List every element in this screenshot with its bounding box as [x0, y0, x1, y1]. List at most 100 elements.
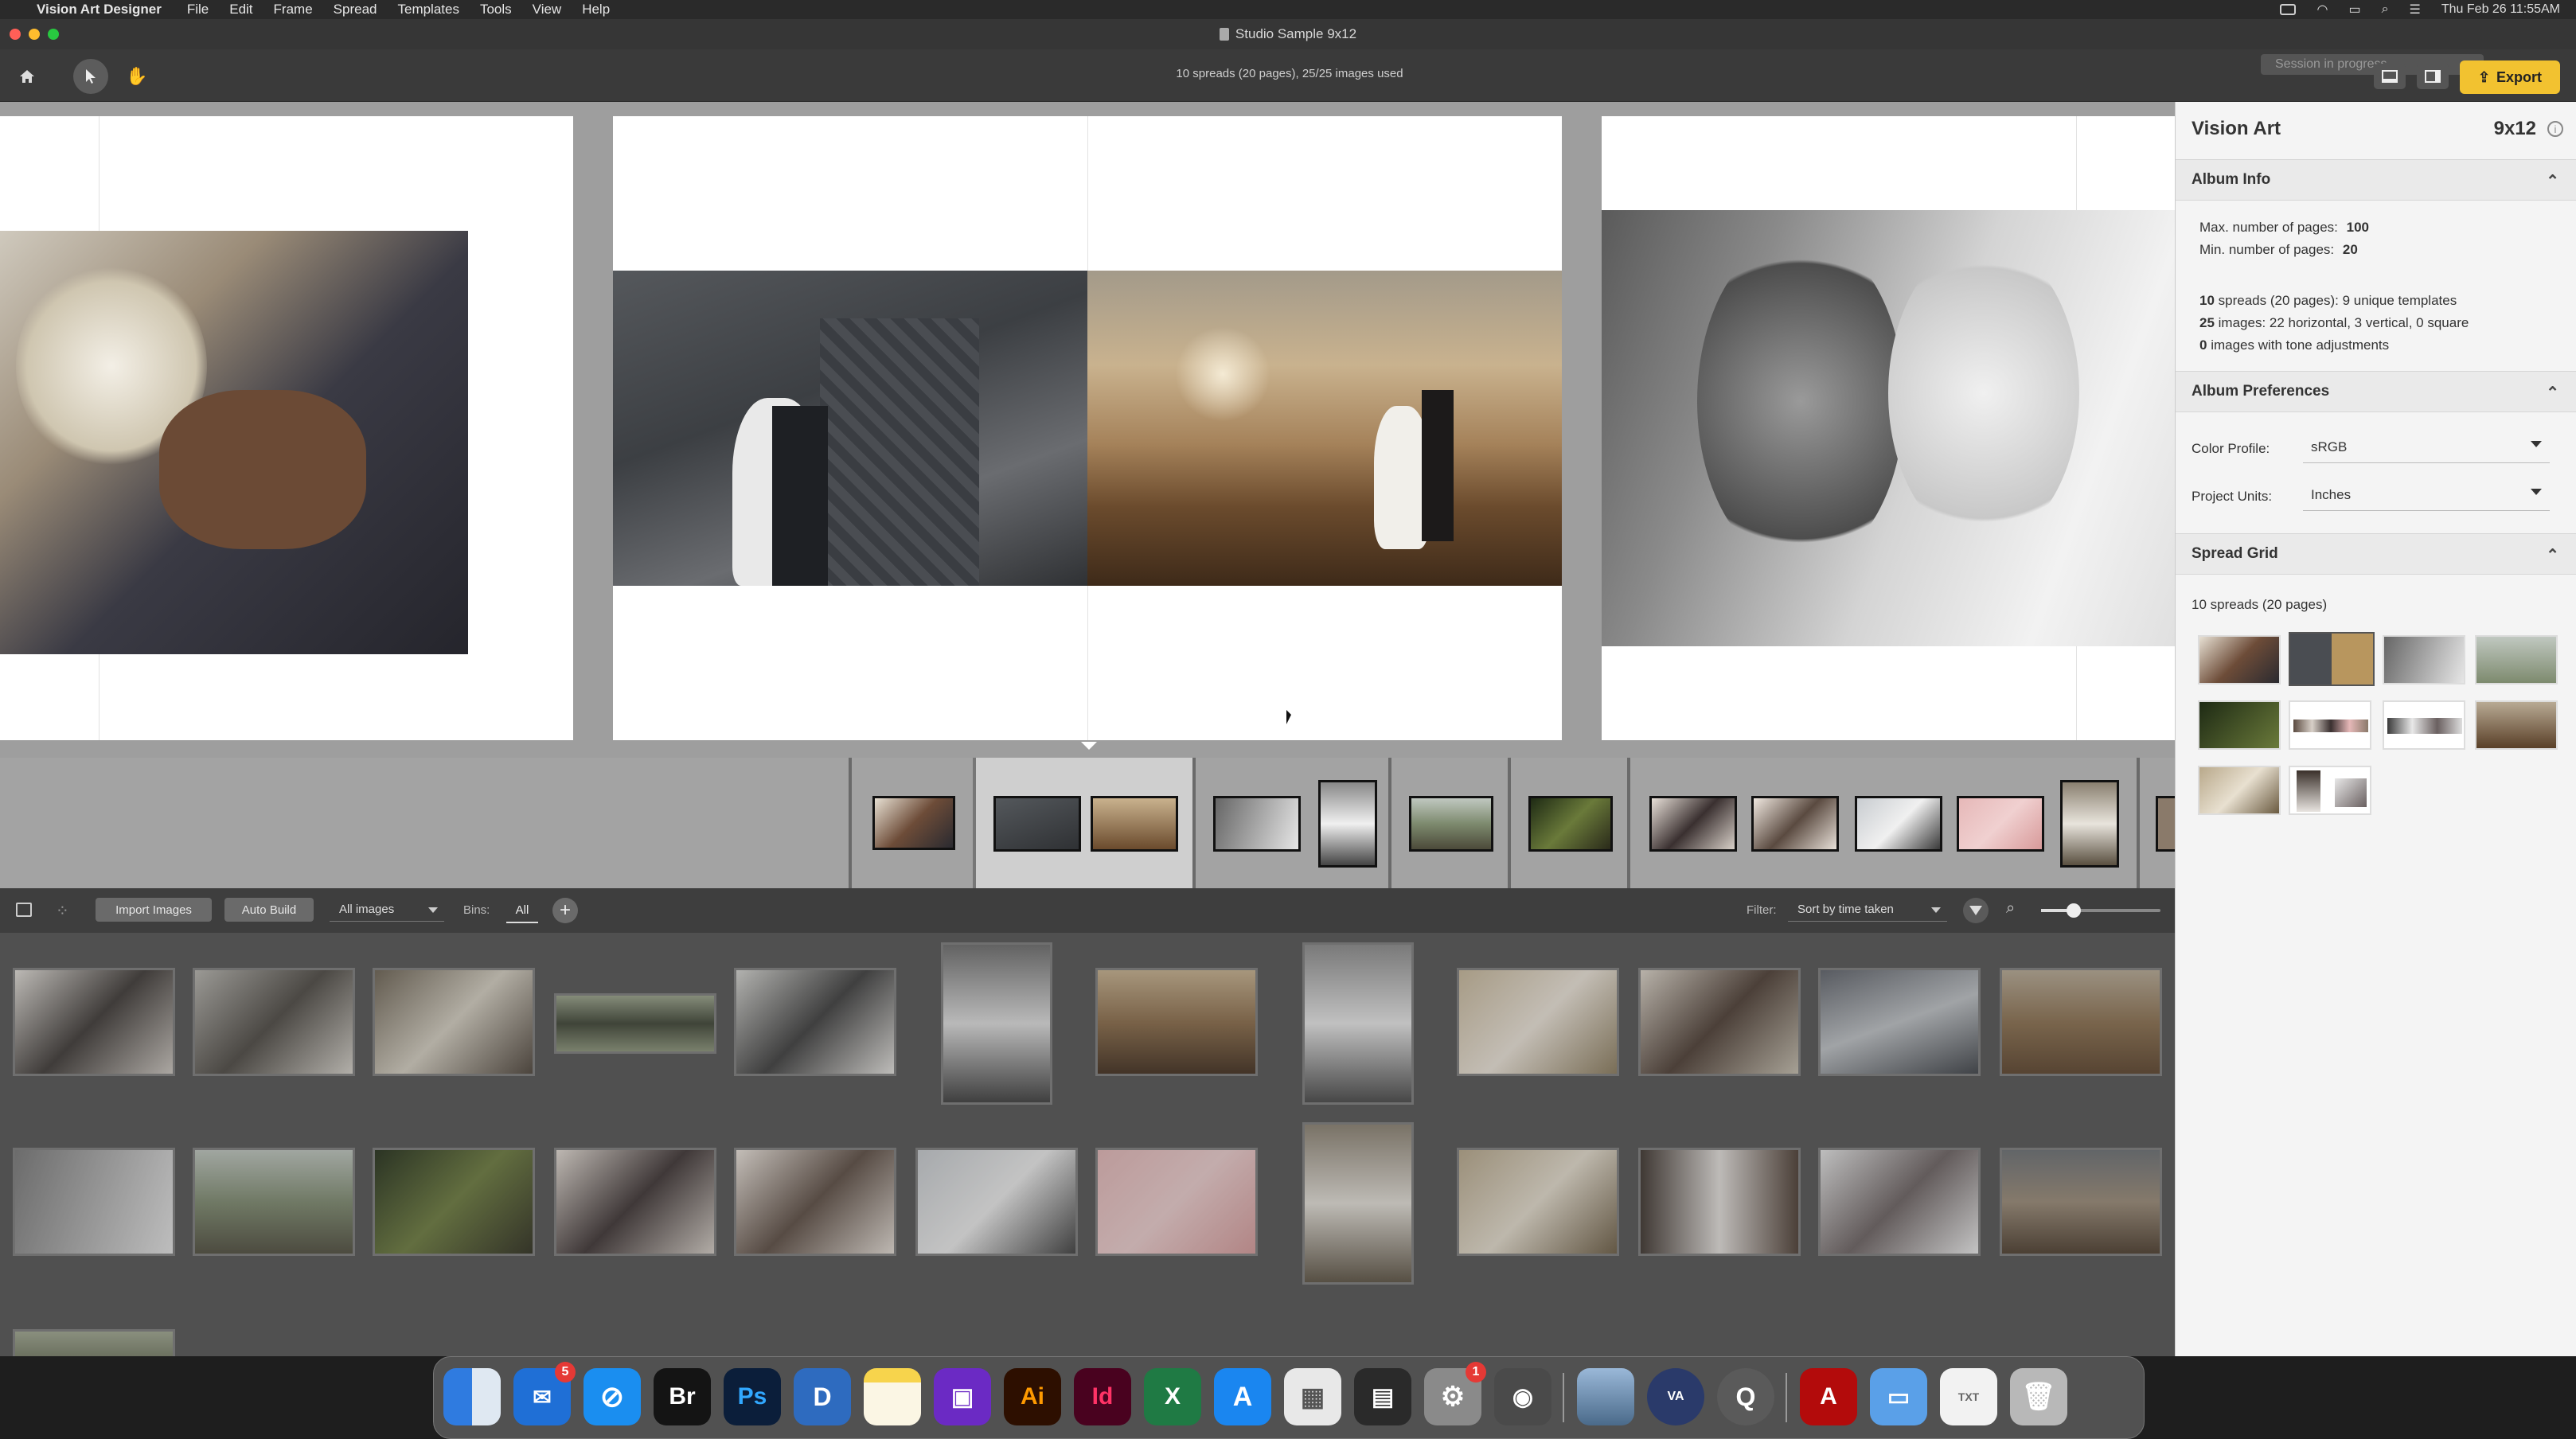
- info-icon[interactable]: i: [2547, 121, 2563, 137]
- image-thumbnail[interactable]: [734, 968, 896, 1076]
- screen-icon[interactable]: [2280, 4, 2297, 15]
- spread-grid-thumb-selected[interactable]: [2289, 632, 2375, 686]
- photo-sunset-couple[interactable]: [1087, 271, 1562, 586]
- image-thumbnail[interactable]: [1457, 968, 1619, 1076]
- filmstrip-spread[interactable]: [1388, 758, 1508, 888]
- spread-filmstrip[interactable]: [0, 758, 2180, 888]
- quicktime-icon[interactable]: Q: [1717, 1368, 1774, 1425]
- filmstrip-thumb[interactable]: [2060, 780, 2119, 868]
- calculator-icon[interactable]: ▤: [1354, 1368, 1411, 1425]
- zoom-search-icon[interactable]: ⌕: [2006, 899, 2015, 918]
- image-view-icon[interactable]: [16, 903, 32, 917]
- text-file-icon[interactable]: TXT: [1940, 1368, 1997, 1425]
- spread-current[interactable]: [613, 116, 1562, 740]
- image-thumbnail[interactable]: [2000, 1148, 2162, 1256]
- system-settings-icon[interactable]: ⚙ 1: [1424, 1362, 1486, 1425]
- spread-previous[interactable]: [0, 116, 573, 740]
- album-info-header[interactable]: Album Info ⌃: [2176, 159, 2576, 201]
- spread-grid-thumb[interactable]: [2198, 766, 2281, 815]
- spread-grid-thumb[interactable]: [2383, 635, 2465, 684]
- filmstrip-spread[interactable]: [1192, 758, 1388, 888]
- zoom-window-button[interactable]: [48, 29, 59, 40]
- select-tool-button[interactable]: [73, 59, 108, 94]
- close-window-button[interactable]: [10, 29, 21, 40]
- import-images-button[interactable]: Import Images: [96, 898, 212, 922]
- launchpad-icon[interactable]: ▦: [1284, 1368, 1341, 1425]
- image-thumbnail[interactable]: [554, 1148, 716, 1256]
- app-store-icon[interactable]: A: [1214, 1368, 1271, 1425]
- filmstrip-spread[interactable]: [849, 758, 973, 888]
- spread-grid-thumb[interactable]: [2475, 635, 2558, 684]
- spread-grid-header[interactable]: Spread Grid ⌃: [2176, 533, 2576, 575]
- image-thumbnail[interactable]: [1095, 1148, 1258, 1256]
- image-thumbnail[interactable]: [193, 1148, 355, 1256]
- auto-build-button[interactable]: Auto Build: [224, 898, 314, 922]
- filmstrip-thumb[interactable]: [1318, 780, 1377, 868]
- spread-grid-thumb[interactable]: [2289, 766, 2371, 815]
- image-thumbnail[interactable]: [13, 1329, 175, 1356]
- filmstrip-thumb[interactable]: [1751, 796, 1839, 852]
- menu-view[interactable]: View: [533, 2, 562, 18]
- hand-tool-button[interactable]: ✋: [119, 59, 154, 94]
- photoshop-icon[interactable]: Ps: [724, 1368, 781, 1425]
- filmstrip-thumb[interactable]: [1409, 796, 1493, 852]
- filmstrip-thumb[interactable]: [1091, 796, 1178, 852]
- images-filter-select[interactable]: All images: [330, 898, 444, 922]
- image-thumbnail[interactable]: [1818, 1148, 1981, 1256]
- wifi-icon[interactable]: ◠: [2316, 2, 2328, 18]
- side-panel-toggle-button[interactable]: [2417, 64, 2449, 89]
- spread-grid-thumb[interactable]: [2383, 700, 2465, 750]
- filmstrip-thumb[interactable]: [993, 796, 1081, 852]
- image-thumbnail[interactable]: [1457, 1148, 1619, 1256]
- image-thumbnail[interactable]: [915, 1148, 1078, 1256]
- bridge-icon[interactable]: Br: [654, 1368, 711, 1425]
- notes-icon[interactable]: [864, 1368, 921, 1425]
- control-center-icon[interactable]: ☰: [2410, 2, 2421, 18]
- image-thumbnail[interactable]: [1638, 1148, 1801, 1256]
- menu-help[interactable]: Help: [582, 2, 610, 18]
- outlook-icon[interactable]: ✉ 5: [513, 1362, 576, 1425]
- dropzone-icon[interactable]: D: [794, 1368, 851, 1425]
- filmstrip-spread[interactable]: [2137, 758, 2180, 888]
- filmstrip-thumb[interactable]: [1528, 796, 1613, 852]
- image-thumbnail[interactable]: [1095, 968, 1258, 1076]
- menu-edit[interactable]: Edit: [229, 2, 252, 18]
- image-thumbnail[interactable]: [941, 942, 1052, 1105]
- menu-tools[interactable]: Tools: [480, 2, 512, 18]
- menu-spread[interactable]: Spread: [334, 2, 377, 18]
- spread-next[interactable]: [1602, 116, 2175, 740]
- single-view-button[interactable]: [2374, 64, 2406, 89]
- thumbnail-size-slider[interactable]: [2041, 903, 2160, 918]
- add-bin-button[interactable]: +: [552, 898, 578, 923]
- image-thumbnail[interactable]: [2000, 968, 2162, 1076]
- folder-icon[interactable]: ▭: [1870, 1368, 1927, 1425]
- scatter-view-icon[interactable]: ⁘: [56, 901, 69, 921]
- image-thumbnail[interactable]: [373, 968, 535, 1076]
- image-grid[interactable]: [0, 933, 2175, 1356]
- filmstrip-spread[interactable]: [1508, 758, 1627, 888]
- screen-capture-icon[interactable]: ▣: [934, 1368, 991, 1425]
- image-thumbnail[interactable]: [554, 993, 716, 1054]
- safari-icon[interactable]: ⊘: [584, 1368, 641, 1425]
- menu-frame[interactable]: Frame: [274, 2, 313, 18]
- excel-icon[interactable]: X: [1144, 1368, 1201, 1425]
- spread-canvas[interactable]: [0, 102, 2175, 758]
- menu-file[interactable]: File: [187, 2, 209, 18]
- preview-icon[interactable]: [1577, 1368, 1634, 1425]
- photo-rings-hands[interactable]: [0, 231, 468, 654]
- acrobat-icon[interactable]: A: [1800, 1368, 1857, 1425]
- image-thumbnail[interactable]: [1818, 968, 1981, 1076]
- filmstrip-thumb[interactable]: [1649, 796, 1737, 852]
- filmstrip-thumb[interactable]: [1855, 796, 1942, 852]
- image-thumbnail[interactable]: [13, 1148, 175, 1256]
- image-thumbnail[interactable]: [13, 968, 175, 1076]
- indesign-icon[interactable]: Id: [1074, 1368, 1131, 1425]
- spread-grid-thumb[interactable]: [2289, 700, 2371, 750]
- trash-icon[interactable]: 🗑: [2010, 1368, 2067, 1425]
- filter-button[interactable]: [1963, 898, 1989, 923]
- minimize-window-button[interactable]: [29, 29, 40, 40]
- image-thumbnail[interactable]: [1302, 1122, 1414, 1285]
- export-button[interactable]: ⇪ Export: [2460, 60, 2560, 94]
- battery-icon[interactable]: ▭: [2348, 2, 2360, 18]
- filmstrip-thumb[interactable]: [872, 796, 955, 850]
